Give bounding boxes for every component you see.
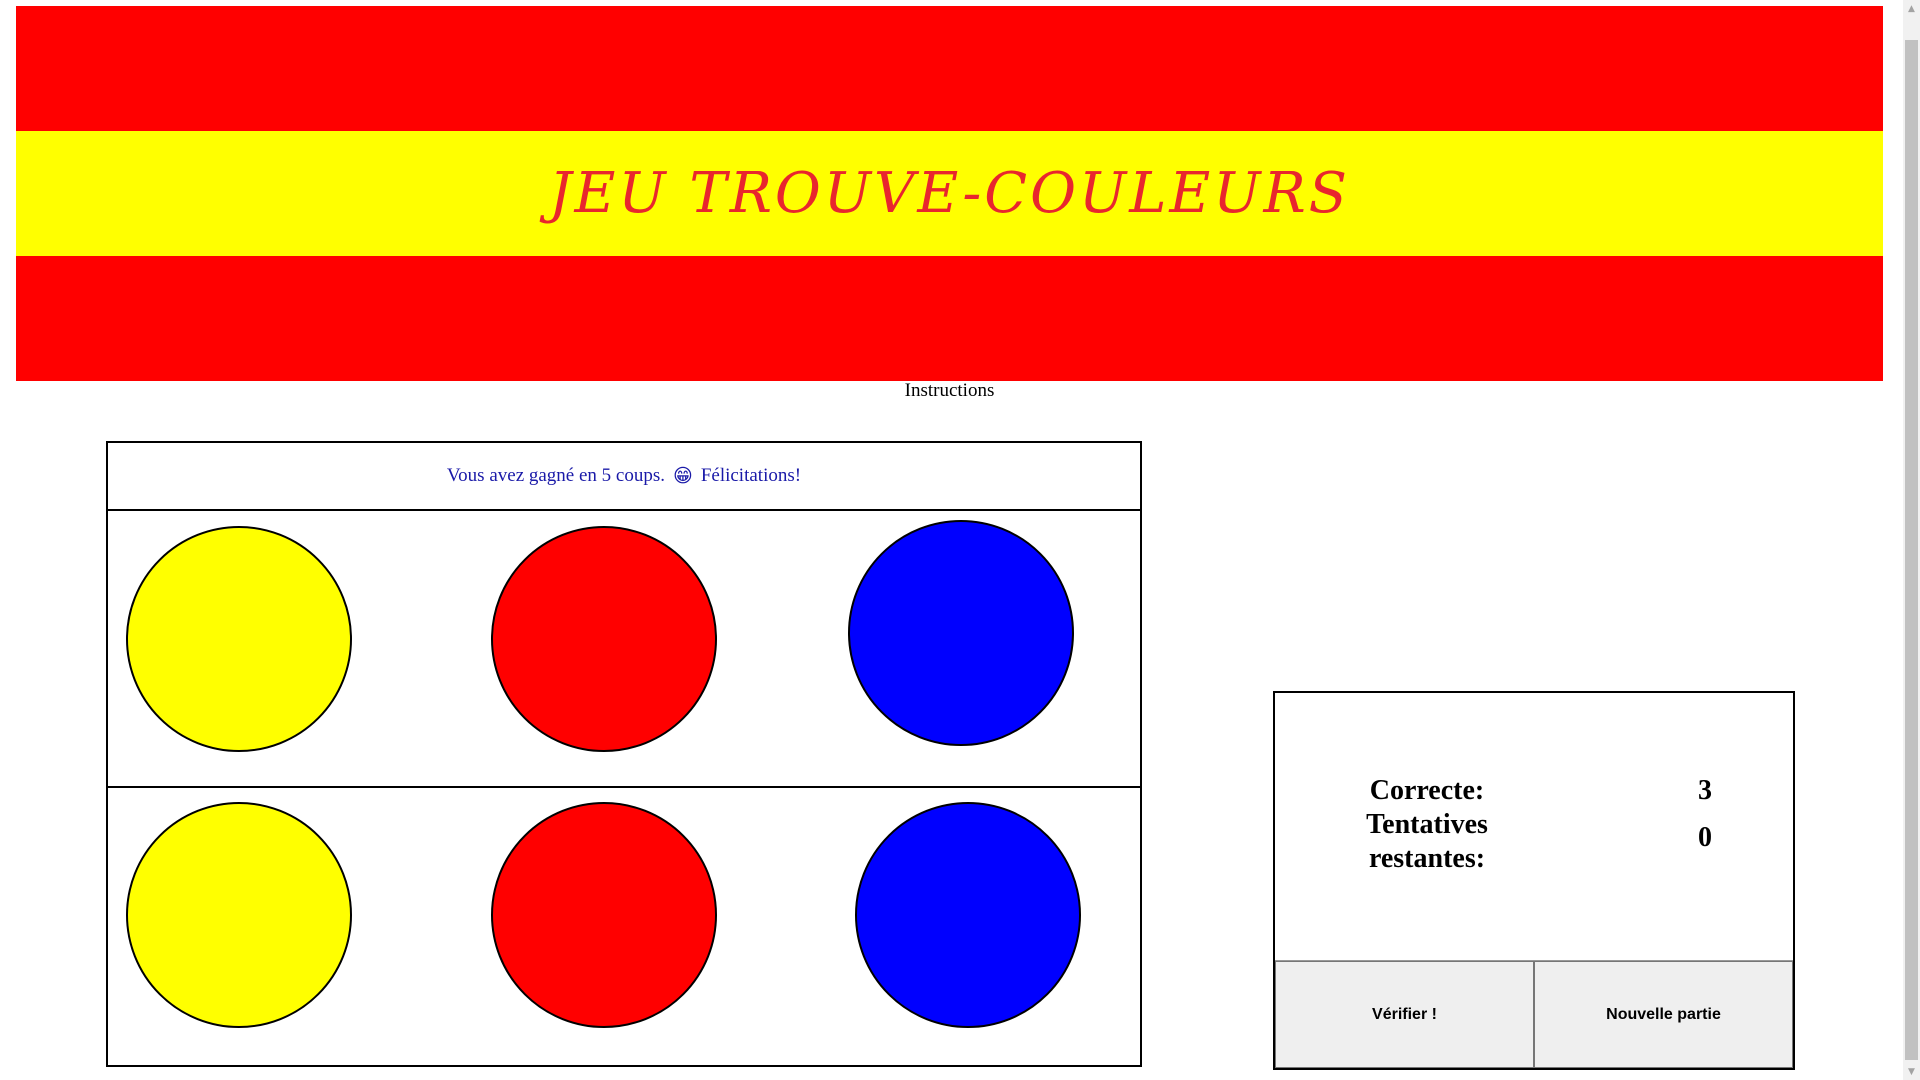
guess-peg-yellow[interactable]	[126, 526, 352, 752]
instructions-link[interactable]: Instructions	[0, 380, 1899, 402]
banner-stripe-middle: JEU TROUVE-COULEURS	[16, 131, 1883, 256]
guess-peg-red[interactable]	[491, 526, 717, 752]
scroll-up-icon[interactable]: ▲	[1903, 0, 1920, 17]
secret-peg-red	[491, 802, 717, 1028]
game-board: Vous avez gagné en 5 coups. 😁 Félicitati…	[106, 441, 1142, 1067]
correct-value: 3	[1698, 775, 1712, 806]
congratulations-text: Félicitations!	[700, 465, 802, 486]
secret-peg-yellow	[126, 802, 352, 1028]
secret-peg-blue	[855, 802, 1081, 1028]
game-title: JEU TROUVE-COULEURS	[549, 161, 1350, 226]
vertical-scrollbar[interactable]: ▲ ▼	[1903, 0, 1920, 1080]
result-message: Vous avez gagné en 5 coups. 😁 Félicitati…	[108, 443, 1140, 511]
guess-row	[108, 511, 1140, 788]
secret-row	[108, 788, 1140, 1065]
verify-button[interactable]: Vérifier !	[1275, 961, 1534, 1068]
attempts-label-line2: restantes:	[1368, 843, 1486, 874]
action-buttons: Vérifier ! Nouvelle partie	[1275, 960, 1793, 1068]
correct-label: Correcte:	[1369, 775, 1485, 806]
banner-stripe-top	[16, 6, 1883, 131]
scroll-down-icon[interactable]: ▼	[1903, 1063, 1920, 1080]
banner-stripe-bottom	[16, 256, 1883, 381]
attempts-value: 0	[1698, 822, 1712, 853]
grin-emoji-icon: 😁	[673, 465, 693, 487]
new-game-button[interactable]: Nouvelle partie	[1534, 961, 1793, 1068]
result-message-text: Vous avez gagné en 5 coups.	[446, 465, 665, 486]
attempts-label-line1: Tentatives	[1366, 809, 1488, 840]
score-panel: Correcte: 3 Tentatives restantes: 0 Véri…	[1273, 691, 1795, 1070]
scrollbar-thumb[interactable]	[1905, 40, 1918, 1060]
guess-peg-blue[interactable]	[848, 520, 1074, 746]
title-banner: JEU TROUVE-COULEURS	[16, 6, 1883, 381]
